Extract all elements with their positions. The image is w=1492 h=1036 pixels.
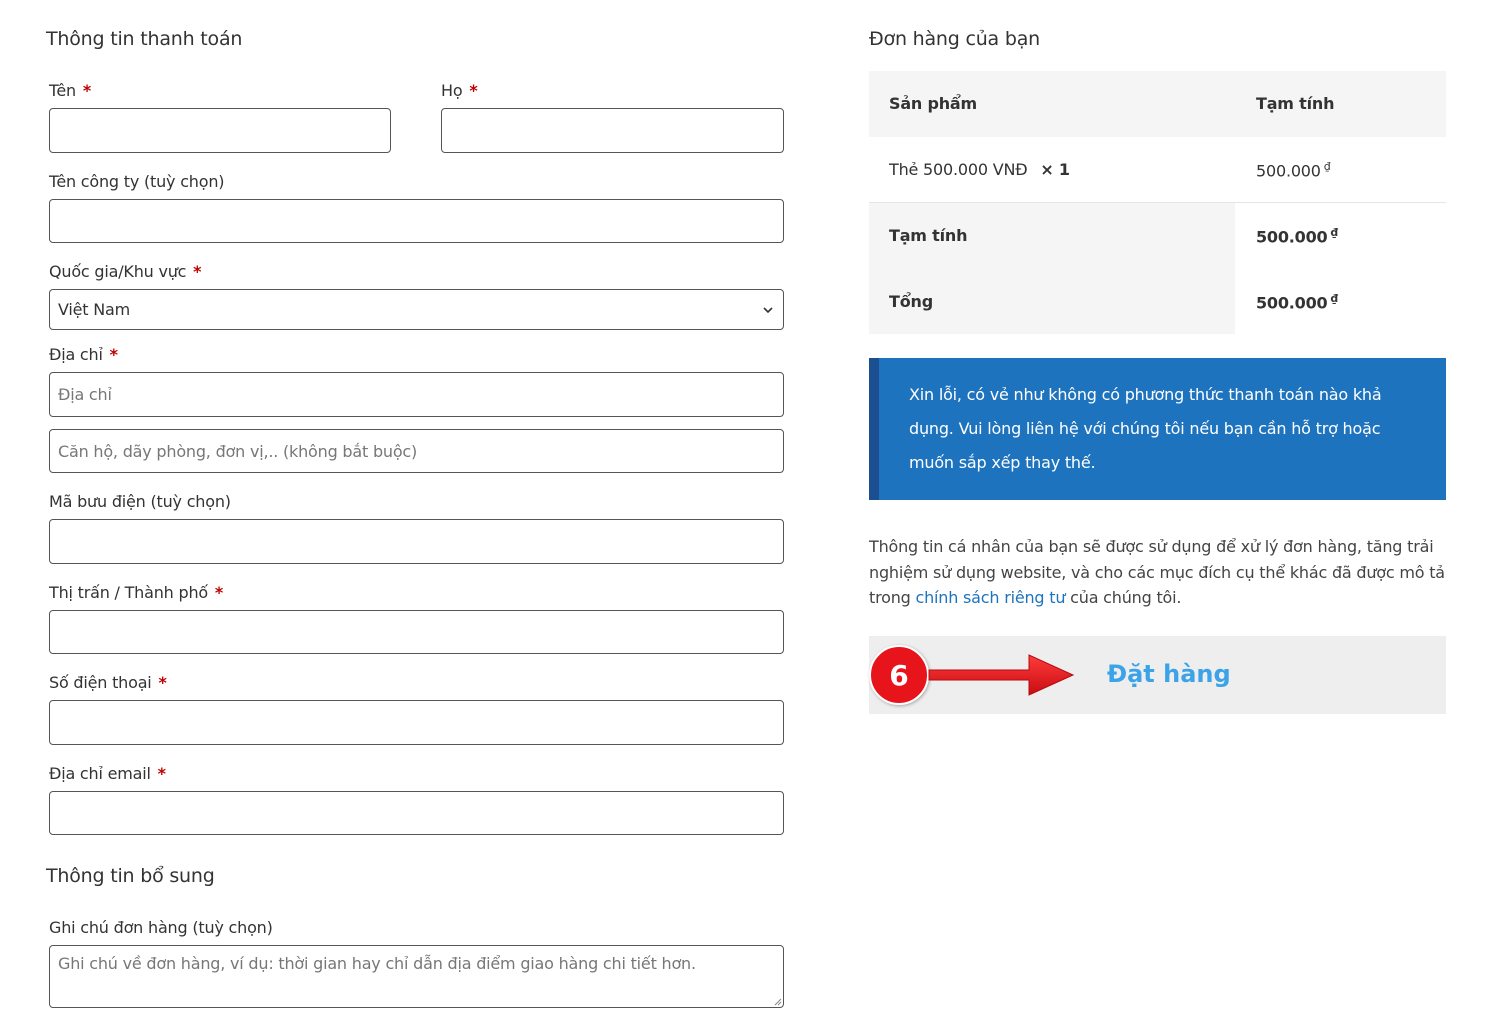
step-number-badge: 6 — [869, 645, 929, 705]
additional-info-title: Thông tin bổ sung — [46, 865, 215, 887]
chevron-down-icon — [763, 306, 773, 313]
required-mark: * — [157, 764, 166, 783]
email-label: Địa chỉ email * — [49, 764, 166, 783]
city-label: Thị trấn / Thành phố * — [49, 583, 223, 602]
currency-symbol: ₫ — [1330, 292, 1338, 305]
right-arrow-icon — [928, 654, 1075, 696]
billing-title: Thông tin thanh toán — [46, 28, 243, 50]
first-name-input[interactable] — [49, 108, 391, 153]
place-order-button[interactable]: Đặt hàng — [1107, 660, 1231, 688]
currency-symbol: ₫ — [1330, 226, 1338, 239]
last-name-label: Họ * — [441, 81, 478, 100]
privacy-policy-link[interactable]: chính sách riêng tư — [915, 588, 1065, 607]
subtotal-label: Tạm tính — [889, 226, 968, 245]
required-mark: * — [82, 81, 91, 100]
subtotal-amount: 500.000 ₫ — [1256, 226, 1338, 246]
phone-label: Số điện thoại * — [49, 673, 167, 692]
required-mark: * — [214, 583, 224, 602]
total-amount: 500.000 ₫ — [1256, 292, 1338, 312]
required-mark: * — [193, 262, 202, 281]
address-label: Địa chỉ * — [49, 345, 118, 364]
total-value: 500.000 — [1256, 293, 1328, 313]
country-selected-value: Việt Nam — [58, 300, 131, 319]
address-line-1-input[interactable] — [49, 372, 784, 417]
last-name-input[interactable] — [441, 108, 784, 153]
city-input[interactable] — [49, 610, 784, 654]
order-review-title: Đơn hàng của bạn — [869, 28, 1040, 50]
product-column-header: Sản phẩm — [889, 94, 977, 113]
required-mark: * — [469, 81, 478, 100]
postcode-input[interactable] — [49, 519, 784, 564]
item-price-value: 500.000 — [1256, 161, 1321, 181]
subtotal-column-header: Tạm tính — [1256, 94, 1335, 113]
item-price: 500.000 ₫ — [1256, 160, 1331, 180]
no-payment-methods-notice: Xin lỗi, có vẻ như không có phương thức … — [869, 358, 1446, 500]
subtotal-value: 500.000 — [1256, 227, 1328, 247]
order-notes-label: Ghi chú đơn hàng (tuỳ chọn) — [49, 918, 273, 937]
postcode-label: Mã bưu điện (tuỳ chọn) — [49, 492, 231, 511]
city-label-text: Thị trấn / Thành phố — [49, 583, 208, 602]
order-item-row: Thẻ 500.000 VNĐ × 1 — [889, 160, 1070, 179]
first-name-label: Tên * — [49, 81, 91, 100]
country-label: Quốc gia/Khu vực * — [49, 262, 202, 281]
company-input[interactable] — [49, 199, 784, 243]
phone-label-text: Số điện thoại — [49, 673, 152, 692]
email-input[interactable] — [49, 791, 784, 835]
resize-grip-icon[interactable] — [772, 996, 782, 1006]
item-quantity: × 1 — [1040, 160, 1070, 179]
order-table-footer — [869, 203, 1235, 334]
first-name-label-text: Tên — [49, 81, 76, 100]
phone-input[interactable] — [49, 700, 784, 745]
address-line-2-input[interactable] — [49, 429, 784, 473]
privacy-policy-text: Thông tin cá nhân của bạn sẽ được sử dụn… — [869, 534, 1446, 611]
company-label: Tên công ty (tuỳ chọn) — [49, 172, 225, 191]
total-label: Tổng — [889, 292, 933, 311]
place-order-area: 6 Đặt hàng — [869, 636, 1446, 714]
country-label-text: Quốc gia/Khu vực — [49, 262, 187, 281]
last-name-label-text: Họ — [441, 81, 463, 100]
address-label-text: Địa chỉ — [49, 345, 103, 364]
required-mark: * — [109, 345, 118, 364]
item-name: Thẻ 500.000 VNĐ — [889, 160, 1028, 179]
email-label-text: Địa chỉ email — [49, 764, 151, 783]
required-mark: * — [158, 673, 167, 692]
order-notes-textarea[interactable] — [49, 945, 784, 1008]
currency-symbol: ₫ — [1323, 160, 1331, 173]
privacy-text-after: của chúng tôi. — [1065, 588, 1182, 607]
country-select[interactable]: Việt Nam — [49, 289, 784, 330]
order-notes-wrapper — [49, 945, 784, 1008]
